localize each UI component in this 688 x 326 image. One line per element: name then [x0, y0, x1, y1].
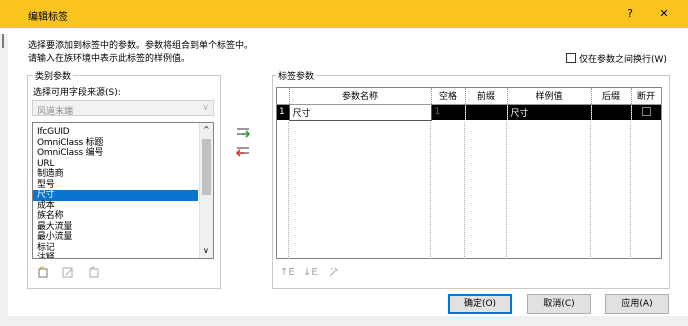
new-parameter-icon[interactable] [37, 266, 49, 281]
close-button[interactable]: ✕ [656, 7, 672, 20]
window-title: 编辑标签 [28, 12, 68, 23]
field-source-value: 风道末端 [37, 107, 74, 117]
remove-arrow-icon [235, 147, 249, 157]
param-name-cell[interactable]: 尺寸 [288, 103, 432, 121]
cancel-button[interactable]: 取消(C) [527, 294, 591, 314]
category-params-label: 类别参数 [33, 69, 74, 82]
ok-button[interactable]: 确定(O) [448, 294, 512, 314]
scroll-thumb[interactable] [202, 139, 211, 195]
label-params-table-frame[interactable]: 参数名称 空格 前缀 样例值 后缀 断开 1 尺寸 1 尺寸 [276, 87, 662, 259]
field-list-item[interactable]: IfcGUID [33, 127, 198, 138]
instruction-line-2: 请输入在族环境中表示此标签的样例值。 [28, 54, 191, 64]
corner-cell [277, 88, 290, 105]
col-header-prefix[interactable]: 前缀 [465, 88, 508, 105]
field-list-item[interactable]: 尺寸 [33, 190, 198, 201]
field-list-item[interactable]: 成本 [33, 201, 198, 212]
field-source-label: 选择可用字段来源(S): [33, 88, 121, 98]
field-list-item[interactable]: URL [33, 159, 198, 170]
col-header-spaces[interactable]: 空格 [431, 88, 466, 105]
field-list-item[interactable]: 最小流量 [33, 232, 198, 243]
add-arrow-icon [237, 128, 251, 138]
add-parameter-button[interactable] [236, 126, 251, 141]
label-params-label: 标签参数 [276, 69, 317, 82]
edit-parameter-icon[interactable] [62, 266, 74, 281]
col-header-break[interactable]: 断开 [631, 88, 662, 105]
table-row[interactable]: 1 尺寸 1 尺寸 [277, 103, 662, 121]
break-checkbox[interactable] [641, 107, 651, 117]
field-listbox[interactable]: IfcGUID OmniClass 标题 OmniClass 编号 URL 制造商 型号尺… [32, 122, 214, 259]
field-list-item[interactable]: 制造商 [33, 169, 198, 180]
bottom-strip [0, 316, 688, 326]
sample-cell[interactable]: 尺寸 [507, 104, 592, 120]
field-list-item[interactable]: OmniClass 标题 [33, 138, 198, 149]
col-header-sample[interactable]: 样例值 [507, 88, 592, 105]
field-list-item[interactable]: 标记 [33, 243, 198, 254]
field-list-item[interactable]: 最大流量 [33, 222, 198, 233]
prefix-cell[interactable] [465, 104, 508, 120]
suffix-cell[interactable] [591, 104, 632, 120]
col-header-param-name[interactable]: 参数名称 [289, 88, 432, 105]
field-list-item[interactable]: 注释 [33, 253, 198, 258]
scroll-down-icon[interactable]: ∨ [203, 246, 209, 255]
list-scrollbar[interactable]: ^ ∨ [199, 123, 213, 258]
spaces-cell[interactable]: 1 [431, 104, 466, 120]
delete-parameter-icon[interactable] [88, 266, 100, 281]
row-number: 1 [277, 104, 290, 120]
instruction-line-1: 选择要添加到标签中的参数。参数将组合到单个标签中。 [28, 41, 254, 51]
scroll-up-icon[interactable]: ^ [203, 125, 210, 134]
format-icon[interactable] [328, 266, 340, 281]
label-params-table[interactable]: 参数名称 空格 前缀 样例值 后缀 断开 1 尺寸 1 尺寸 [277, 88, 662, 121]
break-between-params-label: 仅在参数之间换行(W) [579, 55, 667, 65]
move-down-icon[interactable]: ↓E [303, 267, 318, 278]
title-bar[interactable]: 编辑标签 ? ✕ [0, 0, 688, 28]
chevron-down-icon: ∨ [202, 103, 209, 113]
break-cell[interactable] [631, 104, 662, 120]
break-between-params-checkbox[interactable] [566, 53, 576, 63]
move-up-icon[interactable]: ↑E [280, 267, 295, 278]
col-header-suffix[interactable]: 后缀 [591, 88, 632, 105]
field-list-item[interactable]: 族名称 [33, 211, 198, 222]
field-source-select[interactable]: 风道末端 ∨ [32, 100, 214, 117]
side-accent [0, 34, 8, 326]
field-list-item[interactable]: 型号 [33, 180, 198, 191]
help-button[interactable]: ? [622, 7, 638, 20]
remove-parameter-button[interactable] [235, 145, 250, 160]
field-list-item[interactable]: OmniClass 编号 [33, 148, 198, 159]
apply-button[interactable]: 应用(A) [605, 294, 669, 314]
